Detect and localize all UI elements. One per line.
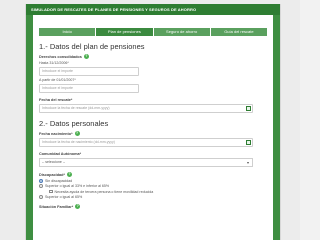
radio-icon[interactable] bbox=[39, 184, 43, 188]
tab-guia-rescate[interactable]: Guía del rescate bbox=[210, 28, 267, 36]
disability-option-label: Superior o igual al 33% e inferior al 65… bbox=[45, 184, 110, 188]
help-icon[interactable]: ? bbox=[66, 172, 72, 177]
help-icon[interactable]: ? bbox=[74, 131, 80, 136]
simulator-page: SIMULADOR DE RESCATES DE PLANES DE PENSI… bbox=[25, 4, 281, 240]
right-border-bar bbox=[273, 15, 280, 240]
birth-date-input[interactable]: Introduce la fecha de nacimiento (dd-mm-… bbox=[39, 138, 253, 147]
calendar-icon[interactable] bbox=[246, 140, 251, 145]
birth-label: Fecha nacimiento* ? bbox=[39, 131, 267, 136]
disability-option-label: Superior o igual al 65% bbox=[45, 195, 83, 199]
rights-label-text: Derechos consolidados bbox=[39, 54, 82, 59]
checkbox-icon[interactable] bbox=[49, 189, 53, 194]
rescue-date-placeholder: Introduce la fecha de rescate (dd-mm-yyy… bbox=[42, 106, 110, 110]
help-icon[interactable]: ? bbox=[75, 204, 81, 209]
disability-option-none[interactable]: Sin discapacidad bbox=[39, 178, 267, 183]
disability-label: Discapacidad* ? bbox=[39, 172, 267, 177]
birth-date-placeholder: Introduce la fecha de nacimiento (dd-mm-… bbox=[42, 140, 115, 144]
disability-option-label: Sin discapacidad bbox=[45, 178, 73, 183]
amount-until-2006-input[interactable]: Introduce el importe bbox=[39, 67, 139, 76]
tab-inicio[interactable]: Inicio bbox=[39, 28, 96, 36]
community-select-value: -- seleccione -- bbox=[42, 160, 66, 164]
section1-title: 1.- Datos del plan de pensiones bbox=[39, 42, 145, 51]
main-content: Inicio Plan de pensiones Seguro de ahorr… bbox=[33, 15, 273, 240]
disability-label-text: Discapacidad* bbox=[39, 172, 65, 177]
community-label: Comunidad Autónoma* bbox=[39, 152, 82, 156]
tab-plan-pensiones[interactable]: Plan de pensiones bbox=[96, 28, 153, 36]
birth-label-text: Fecha nacimiento* bbox=[39, 131, 73, 136]
disability-option-assistance[interactable]: Necesita ayuda de tercera persona o tien… bbox=[39, 190, 267, 194]
help-icon[interactable]: ? bbox=[83, 54, 89, 59]
family-label-text: Situación Familiar* bbox=[39, 204, 74, 209]
date2-label: A partir de 01/01/2007* bbox=[39, 78, 76, 82]
disability-option-65[interactable]: Superior o igual al 65% bbox=[39, 195, 267, 199]
date1-label: Hasta 31/12/2006* bbox=[39, 61, 69, 65]
disability-option-33-65[interactable]: Superior o igual al 33% e inferior al 65… bbox=[39, 184, 267, 188]
rescue-date-input[interactable]: Introduce la fecha de rescate (dd-mm-yyy… bbox=[39, 104, 253, 113]
amount-from-2007-input[interactable]: Introduce el importe bbox=[39, 84, 139, 93]
tab-seguro-ahorro[interactable]: Seguro de ahorro bbox=[153, 28, 210, 36]
radio-selected-icon[interactable] bbox=[39, 178, 43, 183]
page-title: SIMULADOR DE RESCATES DE PLANES DE PENSI… bbox=[26, 4, 280, 15]
tab-bar: Inicio Plan de pensiones Seguro de ahorr… bbox=[39, 28, 267, 36]
family-label: Situación Familiar* ? bbox=[39, 204, 267, 209]
rights-label: Derechos consolidados ? bbox=[39, 54, 267, 59]
rescue-date-label: Fecha del rescate* bbox=[39, 98, 73, 102]
radio-icon[interactable] bbox=[39, 195, 43, 199]
disability-option-label: Necesita ayuda de tercera persona o tien… bbox=[54, 189, 154, 194]
community-select[interactable]: -- seleccione -- ▾ bbox=[39, 158, 253, 167]
calendar-icon[interactable] bbox=[246, 106, 251, 111]
section2-title: 2.- Datos personales bbox=[39, 119, 109, 128]
chevron-down-icon: ▾ bbox=[246, 160, 249, 165]
left-border-bar bbox=[26, 15, 33, 240]
